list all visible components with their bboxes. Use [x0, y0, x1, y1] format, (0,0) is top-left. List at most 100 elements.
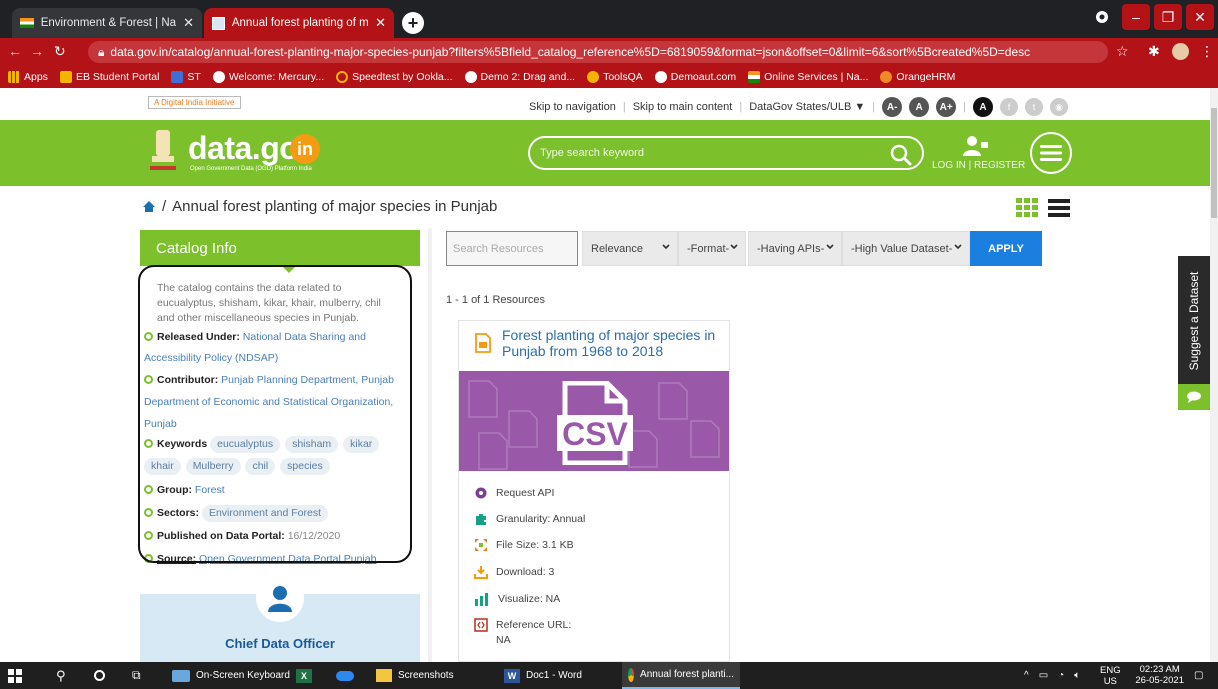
excel-icon: X	[296, 668, 312, 683]
chevron-up-icon[interactable]: ^	[1024, 670, 1029, 681]
digital-india-badge: A Digital India Initiative	[148, 96, 241, 109]
login-register-link[interactable]: LOG IN | REGISTER	[932, 160, 1025, 171]
task-view-button[interactable]: ⧉	[126, 662, 147, 689]
scrollbar-thumb[interactable]	[1211, 108, 1217, 218]
maximize-button[interactable]: ❐	[1154, 4, 1182, 30]
system-tray: ^ ▭ ◔ 🔈︎	[1018, 662, 1086, 689]
cortana-button[interactable]	[88, 662, 111, 689]
csv-file-icon: CSV	[557, 381, 633, 465]
skip-to-navigation-link[interactable]: Skip to navigation	[529, 101, 616, 113]
high-value-dataset-select[interactable]: -High Value Dataset-	[842, 231, 970, 266]
bookmark-eb-student-portal[interactable]: EB Student Portal	[59, 71, 159, 83]
skip-to-main-content-link[interactable]: Skip to main content	[633, 101, 733, 113]
rss-icon[interactable]: ◉	[1050, 98, 1068, 116]
forward-icon[interactable]: →	[30, 43, 44, 59]
new-tab-button[interactable]: +	[402, 12, 424, 34]
address-bar[interactable]: 🔒︎ data.gov.in/catalog/annual-forest-pla…	[88, 41, 1108, 63]
list-view-icon[interactable]	[1048, 198, 1070, 218]
profile-icon[interactable]	[1088, 4, 1116, 30]
menu-dots-icon[interactable]: ⋮	[1200, 43, 1214, 60]
grid-view-icon[interactable]	[1016, 198, 1038, 218]
download-link[interactable]: Download: 3	[474, 565, 554, 579]
volume-icon[interactable]: 🔈︎	[1074, 670, 1080, 681]
user-avatar[interactable]	[1172, 43, 1189, 60]
sort-select[interactable]: Relevance	[582, 231, 678, 266]
globe-icon	[654, 71, 667, 83]
download-icon	[474, 566, 488, 579]
twitter-icon[interactable]: t	[1025, 98, 1043, 116]
search-icon[interactable]	[888, 142, 914, 168]
taskbar-word[interactable]: W Doc1 - Word	[498, 662, 588, 689]
home-icon[interactable]	[142, 200, 156, 213]
portal-icon	[59, 71, 72, 83]
browser-tab-annual-forest[interactable]: Annual forest planting of major s ✕	[204, 8, 394, 38]
language-indicator[interactable]: ENG US	[1094, 662, 1127, 689]
browser-tab-environment[interactable]: Environment & Forest | National ✕	[12, 8, 202, 38]
taskbar-excel[interactable]: X	[290, 662, 318, 689]
bookmark-st[interactable]: ST	[171, 71, 201, 83]
bookmark-online-services[interactable]: Online Services | Na...	[748, 71, 868, 83]
request-api-link[interactable]: Request API	[474, 486, 554, 500]
globe-icon	[212, 71, 225, 83]
chevron-down-icon	[954, 244, 962, 250]
site-search-input[interactable]	[540, 144, 870, 162]
high-contrast-button[interactable]: A	[973, 97, 993, 117]
windows-start-button[interactable]	[2, 662, 28, 689]
close-tab-icon[interactable]: ✕	[375, 15, 386, 31]
gear-icon	[475, 487, 487, 499]
font-increase-button[interactable]: A+	[936, 97, 957, 117]
tab-label: Annual forest planting of major s	[231, 17, 369, 29]
india-flag-icon	[748, 71, 761, 83]
extensions-icon[interactable]: ✱	[1148, 43, 1160, 60]
close-window-button[interactable]: ✕	[1186, 4, 1214, 30]
app-icon	[336, 670, 354, 681]
code-icon	[474, 618, 488, 632]
taskbar-search-button[interactable]: ⚲	[50, 662, 72, 689]
taskbar-app[interactable]	[330, 662, 360, 689]
chief-data-officer-link[interactable]: Chief Data Officer	[140, 636, 420, 651]
expand-arrows-icon	[475, 539, 487, 551]
notifications-button[interactable]: ▢	[1188, 662, 1209, 689]
apps-grid-icon	[8, 71, 20, 83]
speedtest-icon	[336, 71, 349, 83]
font-normal-button[interactable]: A	[909, 97, 930, 117]
bookmark-demo-drag[interactable]: Demo 2: Drag and...	[464, 71, 575, 83]
taskbar-screenshots[interactable]: Screenshots	[370, 662, 460, 689]
apply-button[interactable]: APPLY	[970, 231, 1042, 266]
taskbar-chrome[interactable]: Annual forest planti...	[622, 662, 740, 689]
minimize-button[interactable]: –	[1122, 4, 1150, 30]
notification-icon: ▢	[1194, 670, 1204, 681]
user-login-icon[interactable]	[962, 134, 990, 158]
bookmark-toolsqa[interactable]: ToolsQA	[587, 71, 643, 83]
bookmark-orangehrm[interactable]: OrangeHRM	[880, 71, 955, 83]
resource-search-input[interactable]	[446, 231, 578, 266]
bookmark-star-icon[interactable]: ☆	[1116, 43, 1129, 60]
chat-icon[interactable]	[1178, 384, 1210, 410]
orangehrm-icon	[880, 71, 893, 83]
font-decrease-button[interactable]: A-	[882, 97, 903, 117]
facebook-icon[interactable]: f	[1000, 98, 1018, 116]
keyboard-icon	[172, 669, 190, 682]
suggest-dataset-tab[interactable]: Suggest a Dataset	[1178, 256, 1210, 390]
bookmark-speedtest[interactable]: Speedtest by Ookla...	[336, 71, 453, 83]
main-menu-button[interactable]	[1030, 132, 1072, 174]
taskbar-on-screen-keyboard[interactable]: On-Screen Keyboard	[166, 662, 296, 689]
bookmark-mercury[interactable]: Welcome: Mercury...	[212, 71, 324, 83]
format-select[interactable]: -Format-	[678, 231, 746, 266]
close-tab-icon[interactable]: ✕	[183, 15, 194, 31]
reload-icon[interactable]: ↻	[54, 43, 66, 60]
having-apis-select[interactable]: -Having APIs-	[748, 231, 842, 266]
st-icon	[171, 71, 184, 83]
taskbar-clock[interactable]: 02:23 AM 26-05-2021	[1135, 664, 1184, 686]
bookmark-apps[interactable]: Apps	[8, 71, 48, 83]
document-icon	[475, 333, 491, 353]
battery-icon[interactable]: ▭	[1039, 670, 1048, 681]
back-icon[interactable]: ←	[8, 43, 22, 59]
wifi-icon[interactable]: ◔	[1058, 670, 1064, 681]
visualize-info[interactable]: Visualize: NA	[474, 592, 560, 606]
resource-title-link[interactable]: Forest planting of major species in Punj…	[502, 327, 722, 359]
national-emblem-icon	[150, 130, 176, 170]
chrome-icon	[628, 667, 635, 682]
bookmark-demoaut[interactable]: Demoaut.com	[654, 71, 736, 83]
states-dropdown[interactable]: DataGov States/ULB ▼	[749, 101, 865, 113]
